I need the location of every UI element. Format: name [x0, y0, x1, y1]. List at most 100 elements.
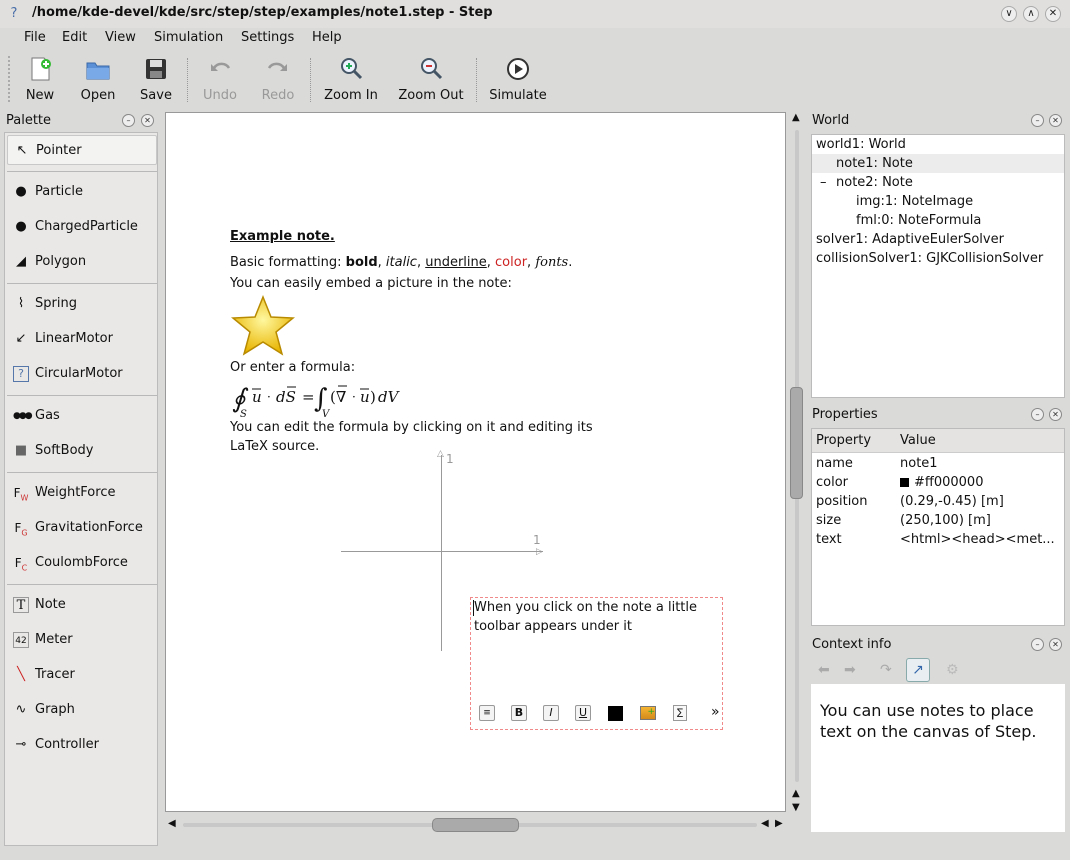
close-button[interactable]: ✕: [1045, 6, 1061, 22]
menu-help[interactable]: Help: [312, 30, 342, 45]
palette-item-softbody[interactable]: ■ SoftBody: [7, 436, 157, 466]
text-color-icon[interactable]: [608, 706, 623, 721]
property-row-text[interactable]: text <html><head><met...: [812, 530, 1064, 549]
note-formula-intro[interactable]: Or enter a formula:: [230, 360, 355, 375]
palette-item-gas[interactable]: ●●● Gas: [7, 401, 157, 431]
redo-button[interactable]: Redo: [256, 52, 300, 106]
sync-icon[interactable]: ↷: [880, 662, 892, 678]
pin-icon[interactable]: ↗: [906, 658, 930, 682]
tree-item-img1[interactable]: img:1: NoteImage: [812, 192, 1064, 211]
palette-item-chargedparticle[interactable]: ● ChargedParticle: [7, 212, 157, 242]
softbody-icon: ■: [14, 443, 28, 458]
scene-canvas[interactable]: Example note. Basic formatting: bold, it…: [165, 112, 786, 812]
note-heading[interactable]: Example note.: [230, 229, 335, 244]
palette-item-controller[interactable]: ⊸ Controller: [7, 730, 157, 760]
palette-separator: [7, 584, 157, 585]
note2-text-1[interactable]: When you click on the note a little: [474, 600, 697, 615]
open-button[interactable]: Open: [76, 52, 120, 106]
column-property[interactable]: Property: [816, 433, 871, 448]
toolbar-handle[interactable]: [8, 56, 11, 102]
scroll-thumb[interactable]: [790, 387, 803, 499]
settings-icon[interactable]: ⚙: [946, 662, 959, 678]
tree-collapse-toggle[interactable]: –: [820, 173, 827, 192]
note-formatting-line[interactable]: Basic formatting: bold, italic, underlin…: [230, 255, 572, 270]
zoom-out-button[interactable]: Zoom Out: [396, 52, 466, 106]
column-value[interactable]: Value: [900, 433, 936, 448]
properties-dock: Properties – ✕ Property Value name note1 …: [810, 406, 1066, 628]
back-arrow-icon[interactable]: ⬅: [818, 662, 830, 678]
underline-icon[interactable]: U: [575, 705, 591, 721]
palette-item-meter[interactable]: 42 Meter: [7, 625, 157, 655]
canvas-horizontal-scrollbar[interactable]: ◀ ◀ ▶: [165, 816, 786, 834]
note-formula[interactable]: ∮ S u · dS = ∫ V (∇ · u ) dV: [230, 379, 410, 421]
minimize-button[interactable]: ∨: [1001, 6, 1017, 22]
menu-edit[interactable]: Edit: [62, 30, 87, 45]
world-close-button[interactable]: ✕: [1049, 114, 1062, 127]
main-toolbar: New Open Save Undo Redo Zoom In Zoom Out…: [0, 52, 1070, 106]
palette-item-pointer[interactable]: ↖ Pointer: [7, 135, 157, 165]
palette-close-button[interactable]: ✕: [141, 114, 154, 127]
palette-item-spring[interactable]: ⌇ Spring: [7, 289, 157, 319]
note-edit-text-1[interactable]: You can edit the formula by clicking on …: [230, 420, 593, 435]
tree-item-solver1[interactable]: solver1: AdaptiveEulerSolver: [812, 230, 1064, 249]
svg-text:=: =: [302, 388, 315, 406]
italic-icon[interactable]: I: [543, 705, 559, 721]
palette-item-gravitationforce[interactable]: FG GravitationForce: [7, 513, 157, 543]
scroll-up-arrow-2[interactable]: ▲: [792, 788, 800, 799]
note2-text-2[interactable]: toolbar appears under it: [474, 619, 632, 634]
note-edit-text-2[interactable]: LaTeX source.: [230, 439, 319, 454]
tree-item-fml0[interactable]: fml:0: NoteFormula: [812, 211, 1064, 230]
properties-close-button[interactable]: ✕: [1049, 408, 1062, 421]
palette-item-weightforce[interactable]: FW WeightForce: [7, 478, 157, 508]
more-tools-button[interactable]: »: [711, 704, 720, 720]
property-row-position[interactable]: position (0.29,-0.45) [m]: [812, 492, 1064, 511]
note2-box[interactable]: When you click on the note a little tool…: [470, 597, 723, 730]
insert-formula-icon[interactable]: ∑: [673, 705, 687, 721]
forward-arrow-icon[interactable]: ➡: [844, 662, 856, 678]
world-float-button[interactable]: –: [1031, 114, 1044, 127]
window-title: /home/kde-devel/kde/src/step/step/exampl…: [32, 5, 493, 20]
palette-item-coulombforce[interactable]: FC CoulombForce: [7, 548, 157, 578]
scroll-left-arrow[interactable]: ◀: [168, 818, 176, 829]
properties-float-button[interactable]: –: [1031, 408, 1044, 421]
save-button[interactable]: Save: [134, 52, 178, 106]
zoom-in-button[interactable]: Zoom In: [322, 52, 380, 106]
property-row-size[interactable]: size (250,100) [m]: [812, 511, 1064, 530]
tree-item-world1[interactable]: world1: World: [812, 135, 1064, 154]
star-image[interactable]: [230, 295, 296, 357]
note-embed-text[interactable]: You can easily embed a picture in the no…: [230, 276, 512, 291]
context-float-button[interactable]: –: [1031, 638, 1044, 651]
bold-icon[interactable]: B: [511, 705, 527, 721]
scroll-down-arrow[interactable]: ▼: [792, 802, 800, 813]
align-left-icon[interactable]: ≡: [479, 705, 495, 721]
context-close-button[interactable]: ✕: [1049, 638, 1062, 651]
palette-item-polygon[interactable]: ◢ Polygon: [7, 247, 157, 277]
palette-item-tracer[interactable]: ╲ Tracer: [7, 660, 157, 690]
canvas-vertical-scrollbar[interactable]: ▲ ▲ ▼: [788, 112, 806, 817]
palette-item-particle[interactable]: ● Particle: [7, 177, 157, 207]
play-icon: [507, 58, 529, 80]
maximize-button[interactable]: ∧: [1023, 6, 1039, 22]
palette-float-button[interactable]: –: [122, 114, 135, 127]
scroll-right-arrow[interactable]: ▶: [775, 818, 783, 829]
palette-item-circularmotor[interactable]: ? CircularMotor: [7, 359, 157, 389]
undo-button[interactable]: Undo: [198, 52, 242, 106]
menu-file[interactable]: File: [24, 30, 46, 45]
insert-image-icon[interactable]: +: [640, 706, 656, 720]
palette-item-graph[interactable]: ∿ Graph: [7, 695, 157, 725]
palette-item-linearmotor[interactable]: ↙ LinearMotor: [7, 324, 157, 354]
property-row-color[interactable]: color #ff000000: [812, 473, 1064, 492]
tree-item-note2[interactable]: – note2: Note: [812, 173, 1064, 192]
palette-item-note[interactable]: T Note: [7, 590, 157, 620]
tree-item-collisionsolver1[interactable]: collisionSolver1: GJKCollisionSolver: [812, 249, 1064, 268]
tree-item-note1[interactable]: note1: Note: [812, 154, 1064, 173]
property-row-name[interactable]: name note1: [812, 454, 1064, 473]
simulate-button[interactable]: Simulate: [488, 52, 548, 106]
scroll-up-arrow[interactable]: ▲: [792, 112, 800, 123]
menu-simulation[interactable]: Simulation: [154, 30, 223, 45]
menu-settings[interactable]: Settings: [241, 30, 294, 45]
scroll-thumb[interactable]: [432, 818, 519, 832]
menu-view[interactable]: View: [105, 30, 136, 45]
scroll-left-arrow-2[interactable]: ◀: [761, 818, 769, 829]
new-button[interactable]: New: [18, 52, 62, 106]
